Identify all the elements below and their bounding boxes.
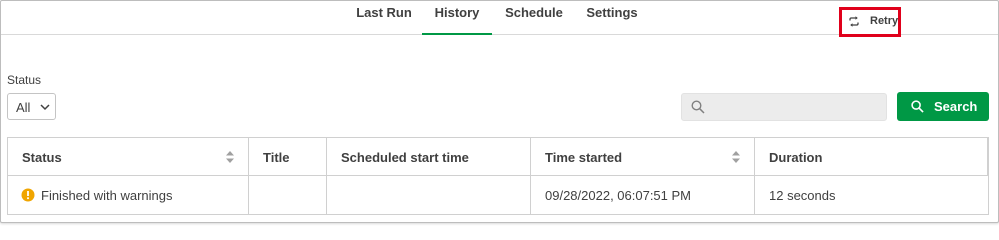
retry-button-label: Retry	[870, 15, 899, 27]
tab-history[interactable]: History	[422, 1, 492, 35]
column-header-time-started[interactable]: Time started	[531, 138, 755, 176]
search-input[interactable]	[681, 93, 887, 121]
tab-settings[interactable]: Settings	[581, 1, 643, 34]
column-header-status[interactable]: Status	[8, 138, 249, 176]
column-header-title: Title	[249, 138, 327, 176]
tab-schedule[interactable]: Schedule	[501, 1, 567, 34]
status-filter-select[interactable]: All	[7, 93, 56, 120]
table-cell-scheduled-start	[327, 176, 531, 214]
table-cell-time-started: 09/28/2022, 06:07:51 PM	[531, 176, 755, 214]
search-icon	[911, 100, 924, 113]
search-text-field[interactable]	[712, 98, 886, 118]
warning-icon	[21, 188, 35, 202]
table-cell-status: Finished with warnings	[8, 176, 249, 214]
run-history-panel: Last Run History Schedule Settings Statu…	[0, 0, 999, 223]
history-table: Status Title Scheduled start time Time s…	[7, 137, 989, 215]
tab-last-run[interactable]: Last Run	[353, 1, 415, 34]
table-cell-duration: 12 seconds	[769, 188, 836, 203]
column-header-duration: Duration	[755, 138, 988, 176]
retry-icon	[849, 16, 859, 27]
sort-icon[interactable]	[226, 151, 234, 163]
search-icon	[691, 100, 705, 114]
sort-icon[interactable]	[732, 151, 740, 163]
column-header-scheduled-start: Scheduled start time	[327, 138, 531, 176]
search-button[interactable]: Search	[897, 92, 989, 121]
search-button-label: Search	[934, 99, 978, 114]
retry-button[interactable]: Retry	[845, 13, 899, 31]
status-filter-value: All	[16, 100, 31, 115]
status-filter-label: Status	[7, 73, 42, 87]
chevron-down-icon	[40, 104, 50, 111]
table-cell-title	[249, 176, 327, 214]
